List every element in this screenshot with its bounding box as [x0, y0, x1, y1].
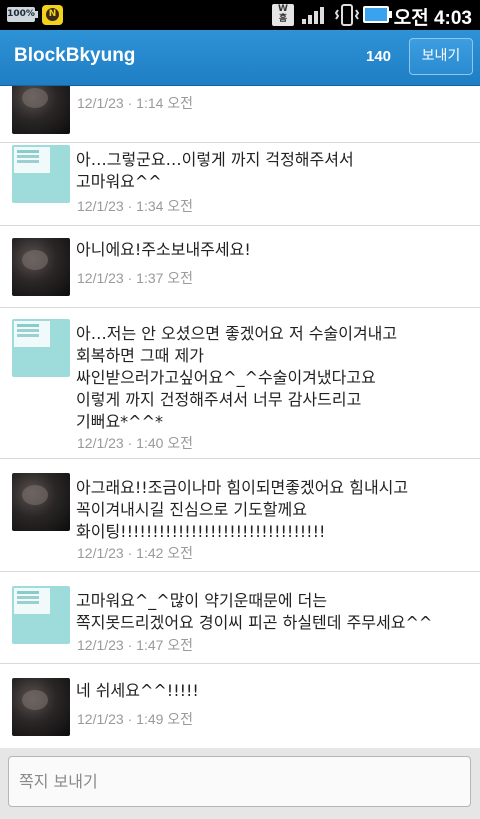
avatar[interactable] [12, 145, 70, 203]
vibrate-icon [334, 4, 360, 26]
status-bar: 100% N W 홈 오전 4:03 [0, 0, 480, 30]
avatar[interactable] [12, 238, 70, 296]
message-text: 아그래요!!조금이나마 힘이되면좋겠어요 힘내시고 꼭이겨내시길 진심으로 기도… [76, 478, 409, 541]
avatar[interactable] [12, 473, 70, 531]
message-list[interactable]: 12/1/23 · 1:14 오전 아…그렇군요…이렇게 까지 걱정해주셔서 고… [0, 86, 480, 748]
message-timestamp: 12/1/23 · 1:34 오전 [77, 198, 194, 214]
message-timestamp: 12/1/23 · 1:49 오전 [77, 711, 194, 727]
character-count: 140 [366, 48, 392, 65]
message-input[interactable] [8, 756, 471, 807]
signal-icon [302, 6, 328, 24]
avatar[interactable] [12, 86, 70, 134]
message-item[interactable]: 아그래요!!조금이나마 힘이되면좋겠어요 힘내시고 꼭이겨내시길 진심으로 기도… [0, 459, 480, 572]
title-bar: BlockBkyung 140 보내기 [0, 30, 480, 86]
message-timestamp: 12/1/23 · 1:40 오전 [77, 435, 194, 451]
message-timestamp: 12/1/23 · 1:42 오전 [77, 545, 194, 561]
message-item[interactable]: 아…저는 안 오셨으면 좋겠어요 저 수술이겨내고 회복하면 그때 제가 싸인받… [0, 308, 480, 459]
battery-percent-icon: 100% [7, 7, 38, 22]
message-text: 아니에요!주소보내주세요! [76, 240, 251, 259]
message-text: 네 쉬세요^^!!!!! [76, 681, 199, 700]
composer-bar [0, 748, 480, 819]
message-timestamp: 12/1/23 · 1:37 오전 [77, 270, 194, 286]
kakao-notification-icon: N [42, 5, 63, 25]
message-item[interactable]: 아…그렇군요…이렇게 까지 걱정해주셔서 고마워요^^ 12/1/23 · 1:… [0, 143, 480, 226]
message-text: 아…저는 안 오셨으면 좋겠어요 저 수술이겨내고 회복하면 그때 제가 싸인받… [76, 324, 398, 431]
message-timestamp: 12/1/23 · 1:14 오전 [77, 95, 194, 111]
battery-icon [363, 6, 392, 23]
message-item[interactable]: 아니에요!주소보내주세요! 12/1/23 · 1:37 오전 [0, 226, 480, 308]
message-text: 고마워요^_^많이 약기운때문에 더는 쪽지못드리겠어요 경이씨 피곤 하실텐데… [76, 591, 433, 632]
avatar[interactable] [12, 678, 70, 736]
avatar[interactable] [12, 586, 70, 644]
send-button[interactable]: 보내기 [409, 38, 473, 75]
message-timestamp: 12/1/23 · 1:47 오전 [77, 637, 194, 653]
clock: 오전 4:03 [393, 8, 472, 29]
message-item[interactable]: 네 쉬세요^^!!!!! 12/1/23 · 1:49 오전 [0, 664, 480, 748]
message-item[interactable]: 12/1/23 · 1:14 오전 [0, 86, 480, 143]
conversation-title: BlockBkyung [14, 45, 136, 66]
w-app-icon: W 홈 [272, 4, 294, 26]
message-item[interactable]: 고마워요^_^많이 약기운때문에 더는 쪽지못드리겠어요 경이씨 피곤 하실텐데… [0, 572, 480, 664]
message-text: 아…그렇군요…이렇게 까지 걱정해주셔서 고마워요^^ [76, 150, 354, 191]
avatar[interactable] [12, 319, 70, 377]
